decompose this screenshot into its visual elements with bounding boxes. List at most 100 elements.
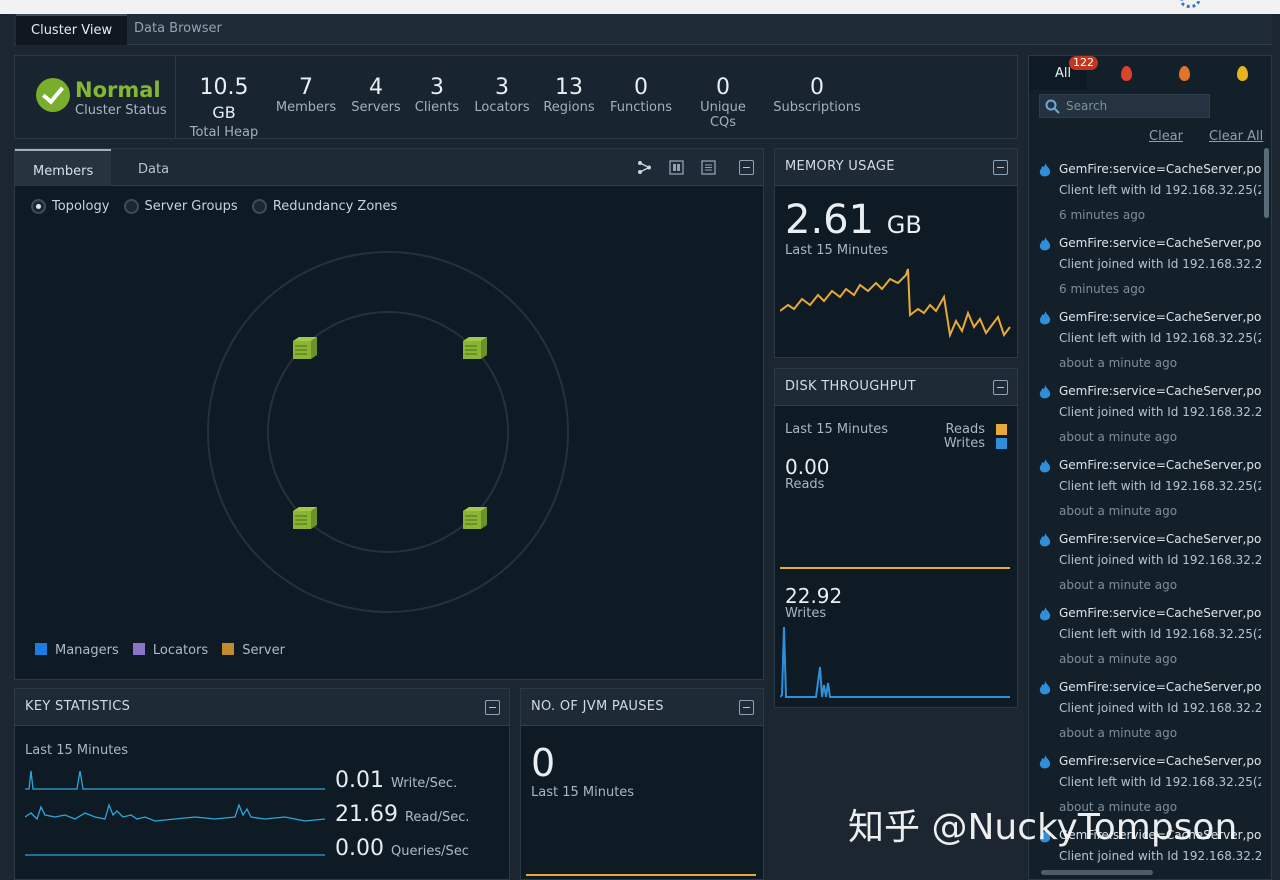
cluster-summary: Normal Cluster Status 10.5 GB Total Heap… bbox=[14, 55, 1018, 140]
alert-item[interactable]: GemFire:service=CacheServer,port=404 Cli… bbox=[1029, 230, 1261, 304]
minimize-button[interactable] bbox=[739, 700, 754, 715]
stat-value: 0.01 bbox=[335, 768, 384, 793]
jvm-sparkline bbox=[526, 874, 756, 876]
info-flame-icon bbox=[1039, 755, 1051, 769]
alert-time: about a minute ago bbox=[1059, 652, 1178, 666]
grid-view-icon[interactable] bbox=[669, 160, 684, 175]
disk-period: Last 15 Minutes bbox=[785, 422, 889, 437]
stat-label: Read/Sec. bbox=[404, 810, 470, 825]
metric-value: 3 bbox=[495, 75, 509, 100]
alert-message: Client joined with Id 192.168.32.25(... bbox=[1059, 257, 1261, 271]
alert-message: Client left with Id 192.168.32.25(27... bbox=[1059, 183, 1261, 197]
metric-label: Total Heap bbox=[189, 125, 259, 140]
minimize-button[interactable] bbox=[739, 160, 754, 175]
server-node-icon[interactable] bbox=[463, 507, 487, 529]
panel-title: NO. OF JVM PAUSES bbox=[531, 699, 664, 714]
legend-swatch bbox=[132, 643, 145, 655]
minimize-button[interactable] bbox=[993, 160, 1008, 175]
alerts-tab-error[interactable] bbox=[1155, 56, 1213, 90]
tab-members[interactable]: Members bbox=[15, 149, 112, 186]
alert-item[interactable]: GemFire:service=CacheServer,port=404 Cli… bbox=[1029, 304, 1261, 378]
metric-value: 10.5 bbox=[199, 75, 249, 100]
alert-count-badge: 122 bbox=[1069, 56, 1098, 70]
topology-icon[interactable] bbox=[637, 160, 652, 175]
writes-sparkline bbox=[780, 626, 1010, 698]
alert-title: GemFire:service=CacheServer,port=404 bbox=[1059, 458, 1261, 472]
legend-item: Managers bbox=[35, 643, 119, 658]
alerts-tab-all[interactable]: All 122 bbox=[1029, 56, 1098, 90]
jvm-pauses-panel: NO. OF JVM PAUSES 0 Last 15 Minutes bbox=[520, 688, 764, 880]
stats-period: Last 15 Minutes bbox=[25, 743, 129, 758]
server-node-icon[interactable] bbox=[293, 507, 317, 529]
alert-time: about a minute ago bbox=[1059, 726, 1178, 740]
status-label: Cluster Status bbox=[75, 103, 167, 118]
clear-all-link[interactable]: Clear All bbox=[1209, 129, 1263, 144]
alert-message: Client left with Id 192.168.32.25(27... bbox=[1059, 627, 1261, 641]
alerts-panel: All 122 Clear Clear All GemFire:service=… bbox=[1028, 55, 1272, 880]
alerts-horizontal-scrollbar[interactable] bbox=[1041, 870, 1153, 875]
minimize-button[interactable] bbox=[993, 380, 1008, 395]
view-selector: Topology Server Groups Redundancy Zones bbox=[31, 199, 407, 214]
radio-server-groups[interactable]: Server Groups bbox=[123, 199, 238, 214]
writes-swatch bbox=[996, 438, 1007, 449]
clear-link[interactable]: Clear bbox=[1149, 129, 1183, 144]
panel-header: DISK THROUGHPUT bbox=[775, 369, 1017, 406]
alert-item[interactable]: GemFire:service=CacheServer,port=404 Cli… bbox=[1029, 600, 1261, 674]
legend-swatch bbox=[35, 643, 47, 655]
alert-title: GemFire:service=CacheServer,port=404 bbox=[1059, 680, 1261, 694]
key-statistics-panel: KEY STATISTICS Last 15 Minutes 0.01 Writ… bbox=[14, 688, 510, 880]
metric-value: 0 bbox=[810, 75, 824, 100]
tab-data[interactable]: Data bbox=[120, 149, 187, 186]
alert-time: about a minute ago bbox=[1059, 356, 1178, 370]
list-view-icon[interactable] bbox=[701, 160, 716, 175]
alert-item[interactable]: GemFire:service=CacheServer,port=40 Clie… bbox=[1029, 156, 1261, 230]
memory-sparkline bbox=[780, 268, 1011, 339]
tab-data-browser[interactable]: Data Browser bbox=[119, 14, 237, 45]
alert-item[interactable]: GemFire:service=CacheServer,port=404 Cli… bbox=[1029, 452, 1261, 526]
logo-icon bbox=[1180, 0, 1200, 8]
radio-redundancy-zones[interactable]: Redundancy Zones bbox=[251, 199, 398, 214]
alert-message: Client left with Id 192.168.32.25(27... bbox=[1059, 775, 1261, 789]
warning-flame-icon bbox=[1237, 66, 1248, 81]
alert-message: Client joined with Id 192.168.32.25(... bbox=[1059, 553, 1261, 567]
stats-sparklines bbox=[25, 770, 326, 856]
reads-sparkline bbox=[780, 567, 1010, 569]
search-input[interactable] bbox=[1066, 98, 1206, 114]
alerts-tab-severe[interactable] bbox=[1097, 56, 1155, 90]
tab-cluster-view[interactable]: Cluster View bbox=[16, 14, 128, 45]
metric-label: Locators bbox=[474, 100, 530, 115]
metric-label: Servers bbox=[351, 100, 401, 115]
radio-label: Server Groups bbox=[144, 199, 238, 214]
radio-label: Redundancy Zones bbox=[272, 199, 398, 214]
tab-label: All bbox=[1055, 66, 1072, 81]
stat-label: Write/Sec. bbox=[390, 776, 458, 791]
alerts-vertical-scrollbar[interactable] bbox=[1264, 148, 1269, 218]
legend-label: Managers bbox=[55, 643, 119, 658]
reads-swatch bbox=[996, 424, 1007, 435]
legend-swatch bbox=[222, 643, 235, 655]
metric-label: Members bbox=[275, 100, 337, 115]
minimize-button[interactable] bbox=[485, 700, 500, 715]
stat-queries: 0.00 Queries/Sec bbox=[335, 836, 469, 861]
alert-time: 6 minutes ago bbox=[1059, 282, 1146, 296]
info-flame-icon bbox=[1039, 237, 1051, 251]
alerts-tab-warning[interactable] bbox=[1213, 56, 1271, 90]
jvm-value: 0 bbox=[531, 741, 556, 785]
panel-header: NO. OF JVM PAUSES bbox=[521, 689, 763, 726]
alert-message: Client joined with Id 192.168.32.25(... bbox=[1059, 701, 1261, 715]
alert-item[interactable]: GemFire:service=CacheServer,port=404 Cli… bbox=[1029, 526, 1261, 600]
alert-item[interactable]: GemFire:service=CacheServer,port=404 Cli… bbox=[1029, 378, 1261, 452]
panel-title: DISK THROUGHPUT bbox=[785, 379, 916, 394]
alert-search[interactable] bbox=[1039, 94, 1210, 118]
server-node-icon[interactable] bbox=[463, 337, 487, 359]
server-node-icon[interactable] bbox=[293, 337, 317, 359]
metric-value: 0 bbox=[716, 75, 730, 100]
alert-message: Client joined with Id 192.168.32.25(... bbox=[1059, 849, 1261, 863]
metric-value: 13 bbox=[555, 75, 583, 100]
stat-value: 0.00 bbox=[335, 836, 384, 861]
memory-unit: GB bbox=[886, 211, 922, 239]
radio-icon bbox=[251, 199, 267, 214]
alert-item[interactable]: GemFire:service=CacheServer,port=404 Cli… bbox=[1029, 674, 1261, 748]
radio-topology[interactable]: Topology bbox=[31, 199, 109, 214]
metric-label: Functions bbox=[609, 100, 673, 115]
